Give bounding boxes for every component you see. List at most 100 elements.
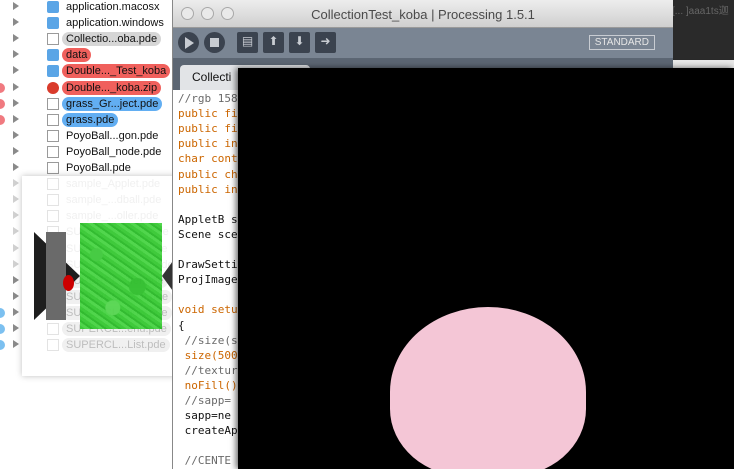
- code-line: void setup: [178, 303, 245, 317]
- sketch-window[interactable]: [238, 68, 734, 469]
- folder-icon: [47, 17, 59, 30]
- folder-icon: [47, 49, 59, 62]
- file-name: PoyoBall.pde: [66, 162, 131, 174]
- pink-ball: [390, 307, 586, 469]
- folder-icon: [47, 65, 59, 78]
- zip-icon: [47, 81, 59, 94]
- gray-strip: [46, 232, 66, 320]
- disclosure-triangle-icon[interactable]: [13, 66, 19, 75]
- file-name: application.macosx: [66, 1, 160, 13]
- disclosure-triangle-icon[interactable]: [13, 50, 19, 59]
- code-line: public cha: [178, 167, 245, 181]
- list-item[interactable]: Collectio...oba.pde: [0, 31, 172, 47]
- file-icon: [47, 33, 59, 46]
- file-name: data: [62, 48, 92, 63]
- disclosure-triangle-icon[interactable]: [13, 82, 19, 91]
- status-badge: [0, 98, 5, 109]
- list-item[interactable]: Double..._koba.zip: [0, 80, 172, 96]
- run-button[interactable]: [178, 32, 199, 53]
- code-line: //sapp=: [178, 394, 231, 407]
- disclosure-triangle-icon[interactable]: [13, 291, 19, 300]
- disclosure-triangle-icon[interactable]: [13, 98, 19, 107]
- file-name: Double..._koba.zip: [62, 80, 162, 95]
- disclosure-triangle-icon[interactable]: [13, 146, 19, 155]
- disclosure-triangle-icon[interactable]: [13, 307, 19, 316]
- code-line: ProjImage: [178, 273, 238, 287]
- code-line: //texture: [178, 363, 245, 377]
- status-badge: [0, 114, 5, 125]
- terminal-text: [... ]aaa1ts迦: [672, 6, 729, 17]
- file-name: PoyoBall...gon.pde: [66, 129, 159, 142]
- file-name: application.windows: [66, 17, 164, 30]
- status-badge: [0, 340, 5, 351]
- disclosure-triangle-icon[interactable]: [13, 340, 19, 349]
- list-item[interactable]: application.macosx: [0, 0, 172, 15]
- file-name: grass_Gr...ject.pde: [62, 96, 163, 111]
- disclosure-triangle-icon[interactable]: [13, 114, 19, 123]
- grass-image: [80, 223, 162, 329]
- disclosure-triangle-icon[interactable]: [13, 275, 19, 284]
- file-name: Collectio...oba.pde: [62, 32, 162, 47]
- file-name: Double..._Test_koba: [62, 64, 171, 79]
- stop-button[interactable]: [204, 32, 225, 53]
- disclosure-triangle-icon[interactable]: [13, 259, 19, 268]
- code-line: createAp: [178, 424, 238, 438]
- save-icon: ⬇: [294, 34, 305, 48]
- code-line: DrawSettin: [178, 258, 245, 272]
- code-line: //rgb 158: [178, 92, 238, 105]
- disclosure-triangle-icon[interactable]: [13, 243, 19, 252]
- disclosure-triangle-icon[interactable]: [13, 195, 19, 204]
- list-item[interactable]: Double..._Test_koba: [0, 63, 172, 79]
- code-line: //CENTE: [178, 454, 231, 468]
- export-button[interactable]: ➜: [315, 32, 336, 53]
- code-line: sapp=ne: [178, 409, 231, 423]
- list-item[interactable]: data: [0, 47, 172, 63]
- list-item[interactable]: PoyoBall.pde: [0, 160, 172, 176]
- list-item[interactable]: PoyoBall...gon.pde: [0, 128, 172, 144]
- code-line: noFill();: [178, 378, 245, 392]
- disclosure-triangle-icon[interactable]: [13, 324, 19, 332]
- save-button[interactable]: ⬇: [289, 32, 310, 53]
- file-icon: [47, 129, 59, 142]
- disclosure-triangle-icon[interactable]: [13, 163, 19, 171]
- title-bar[interactable]: CollectionTest_koba | Processing 1.5.1: [173, 0, 673, 28]
- status-badge: [0, 324, 5, 334]
- terminal-window: [... ]aaa1ts迦: [672, 0, 734, 60]
- file-name: grass.pde: [62, 112, 119, 127]
- file-icon: [47, 162, 59, 174]
- run-icon: [185, 37, 194, 49]
- list-item[interactable]: grass_Gr...ject.pde: [0, 96, 172, 112]
- new-icon: ▤: [241, 34, 254, 48]
- status-badge: [0, 307, 5, 318]
- disclosure-triangle-icon[interactable]: [13, 2, 19, 10]
- code-line: //size(sc: [178, 333, 245, 347]
- status-badge: [0, 82, 5, 93]
- disclosure-triangle-icon[interactable]: [13, 227, 19, 236]
- red-dot: [63, 275, 74, 291]
- list-item[interactable]: application.windows: [0, 15, 172, 31]
- code-line: Scene scen: [178, 227, 245, 241]
- folder-icon: [47, 1, 59, 13]
- disclosure-triangle-icon[interactable]: [13, 130, 19, 139]
- stop-icon: [210, 38, 219, 47]
- file-icon: [47, 97, 59, 110]
- open-icon: ⬆: [268, 34, 279, 48]
- code-line: {: [178, 318, 185, 332]
- new-button[interactable]: ▤: [237, 32, 258, 53]
- file-icon: [47, 113, 59, 126]
- disclosure-triangle-icon[interactable]: [13, 18, 19, 27]
- code-line: size(500,: [178, 348, 245, 362]
- list-item[interactable]: PoyoBall_node.pde: [0, 144, 172, 160]
- window-title: CollectionTest_koba | Processing 1.5.1: [311, 7, 535, 22]
- file-name: PoyoBall_node.pde: [66, 145, 162, 158]
- code-line: AppletB sa: [178, 212, 245, 226]
- file-icon: [47, 145, 59, 158]
- open-button[interactable]: ⬆: [263, 32, 284, 53]
- disclosure-triangle-icon[interactable]: [13, 34, 19, 43]
- mode-button[interactable]: STANDARD: [588, 35, 655, 50]
- toolbar: ▤ ⬆ ⬇ ➜ STANDARD: [173, 28, 673, 58]
- list-item[interactable]: grass.pde: [0, 112, 172, 128]
- export-icon: ➜: [320, 34, 331, 48]
- disclosure-triangle-icon[interactable]: [13, 179, 19, 188]
- disclosure-triangle-icon[interactable]: [13, 211, 19, 220]
